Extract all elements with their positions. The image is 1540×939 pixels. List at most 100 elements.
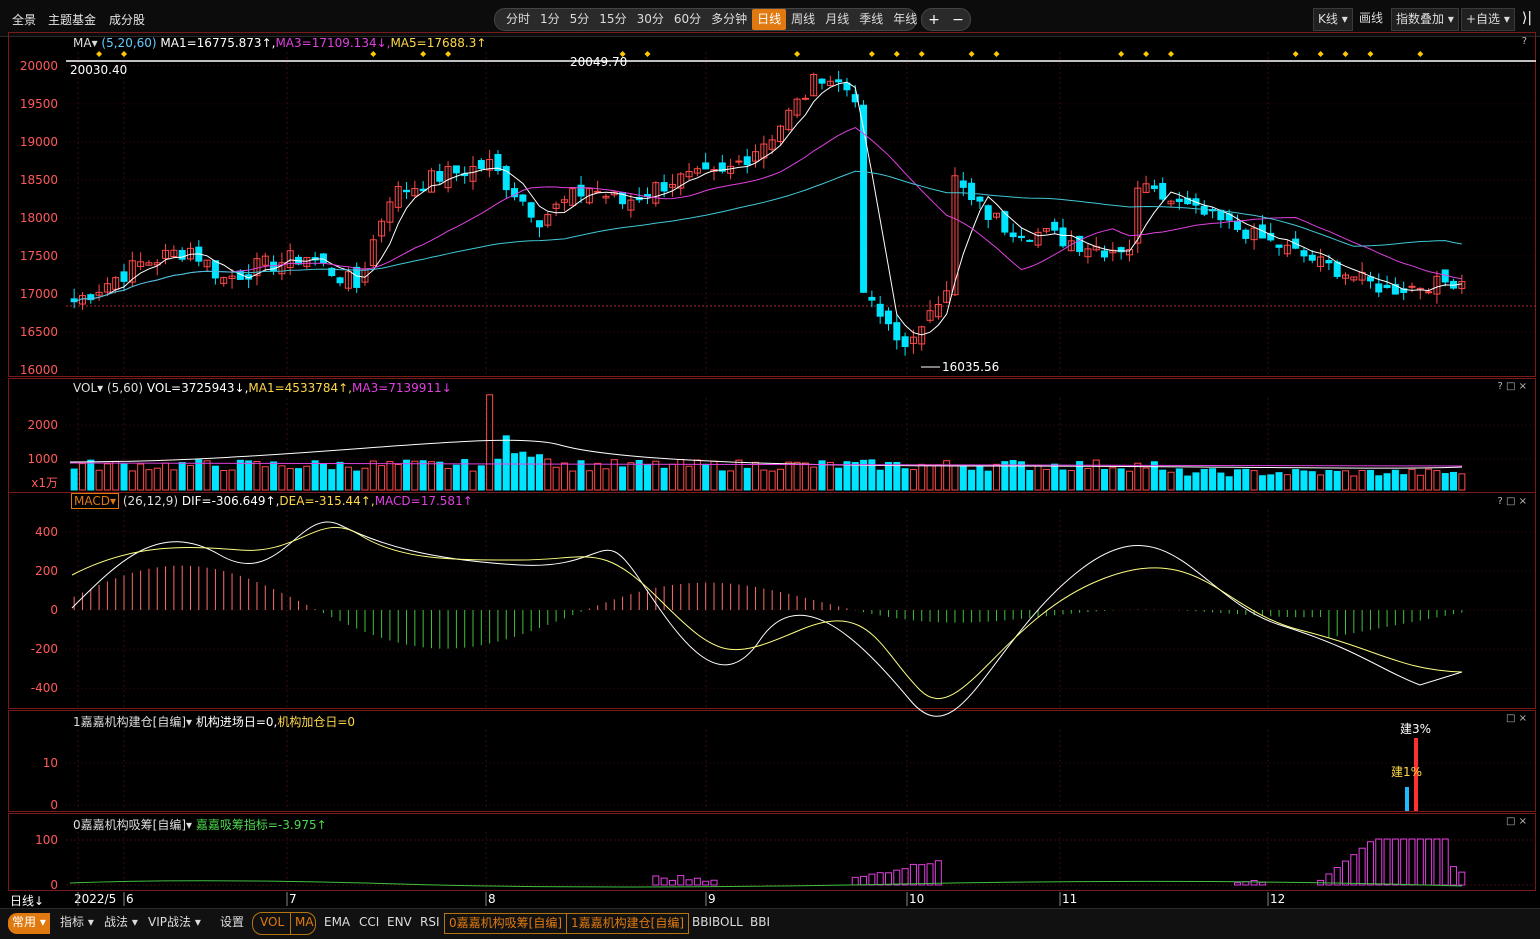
menu-indicators[interactable]: 指标 ▾ [56, 913, 98, 934]
volume-bar [469, 470, 477, 491]
tab-xc[interactable]: 0嘉嘉机构吸筹[自编] [444, 913, 567, 934]
volume-bar [411, 460, 419, 491]
signal-diamond-icon [794, 51, 801, 57]
volume-bar [394, 463, 402, 491]
y-tick-label: 18000 [20, 211, 58, 225]
accumulation-bar [868, 873, 876, 886]
volume-bar [1275, 472, 1283, 491]
accumulation-bar [884, 872, 892, 886]
volume-bar [112, 460, 120, 491]
candle-body [452, 165, 460, 174]
tab-ma[interactable]: MA [290, 913, 318, 934]
volume-bar [801, 462, 809, 491]
kline-chart[interactable]: 2000019500190001850018000175001700016500… [0, 0, 1540, 939]
ma1-line [74, 81, 1462, 336]
volume-bar [344, 466, 352, 491]
volume-bar [718, 470, 726, 491]
candle-body [893, 322, 901, 341]
volume-bar [835, 467, 843, 491]
tab-jc[interactable]: 1嘉嘉机构建仓[自编] [566, 913, 689, 934]
volume-bar [594, 462, 602, 491]
accumulation-bar [677, 875, 685, 886]
signal-diamond-icon [1118, 51, 1125, 57]
volume-bar [901, 468, 909, 491]
tab-bbi[interactable]: BBI [746, 913, 774, 934]
y-tick-label: 400 [35, 525, 58, 539]
volume-bar [87, 459, 95, 491]
candle-body [818, 78, 826, 84]
accumulation-bar [893, 869, 901, 886]
volume-bar [909, 469, 917, 491]
candle-body [743, 156, 751, 166]
accumulation-bar [926, 863, 934, 886]
candle-body [1300, 250, 1308, 257]
volume-bar [519, 451, 527, 491]
accumulation-bar [685, 879, 693, 886]
volume-bar [128, 470, 136, 491]
high-price-label: 20049.70 [570, 55, 627, 69]
candle-body [876, 303, 884, 317]
volume-bar [527, 456, 535, 491]
settings-button[interactable]: 设置 [216, 913, 248, 934]
candle-body [702, 162, 710, 170]
volume-bar [427, 461, 435, 491]
volume-bar [585, 470, 593, 491]
x-month-label: 12 [1270, 892, 1285, 906]
menu-strategy[interactable]: 战法 ▾ [100, 913, 142, 934]
candle-body [1150, 185, 1158, 189]
candle-body [1200, 205, 1208, 215]
accumulation-bar [1408, 838, 1416, 886]
volume-bar [1391, 469, 1399, 491]
tab-vol[interactable]: VOL [256, 913, 288, 934]
tab-env[interactable]: ENV [383, 913, 416, 934]
volume-bar [311, 460, 319, 491]
menu-common[interactable]: 常用 ▾ [8, 913, 50, 934]
volume-bar [993, 463, 1001, 491]
accumulation-bar [1458, 871, 1466, 886]
tab-rsi[interactable]: RSI [416, 913, 444, 934]
volume-bar [984, 470, 992, 491]
candle-body [211, 260, 219, 279]
volume-bar [1375, 475, 1383, 491]
volume-bar [1258, 475, 1266, 491]
volume-bar [295, 468, 303, 491]
volume-bar [535, 454, 543, 491]
candle-body [477, 160, 485, 170]
volume-bar [951, 465, 959, 491]
candle-body [1059, 227, 1067, 247]
build-1pct-label: 建1% [1391, 765, 1422, 779]
volume-bar [785, 461, 793, 491]
tab-bbiboll[interactable]: BBIBOLL [688, 913, 747, 934]
volume-bar [1250, 470, 1258, 491]
volume-bar [1325, 469, 1333, 491]
volume-bar [1192, 472, 1200, 491]
volume-bar [502, 435, 510, 491]
bottom-toolbar: 常用 ▾ 指标 ▾ 战法 ▾ VIP战法 ▾ 设置 VOL MA EMA CCI… [0, 908, 1540, 939]
volume-bar [743, 467, 751, 491]
y-tick-label: 0 [50, 603, 58, 617]
tab-cci[interactable]: CCI [355, 913, 383, 934]
tab-ema[interactable]: EMA [320, 913, 354, 934]
menu-vip-strategy[interactable]: VIP战法 ▾ [144, 913, 205, 934]
signal-diamond-icon [1417, 51, 1424, 57]
volume-bar [959, 466, 967, 491]
volume-bar [1167, 471, 1175, 491]
volume-bar [1350, 475, 1358, 491]
candle-body [959, 180, 967, 188]
low-price-label: 16035.56 [942, 360, 999, 374]
volume-bar [1217, 472, 1225, 491]
candle-body [801, 97, 809, 100]
volume-bar [436, 461, 444, 491]
candle-body [735, 160, 743, 163]
candle-body [403, 189, 411, 193]
volume-bar [220, 470, 228, 491]
volume-bar [1242, 468, 1250, 491]
volume-bar [876, 469, 884, 491]
volume-bar [1051, 463, 1059, 491]
accumulation-bar [1233, 882, 1241, 886]
y-tick-label: 100 [35, 833, 58, 847]
candle-body [984, 205, 992, 220]
candle-body [1308, 254, 1316, 261]
volume-bar [893, 461, 901, 491]
candle-body [868, 296, 876, 301]
